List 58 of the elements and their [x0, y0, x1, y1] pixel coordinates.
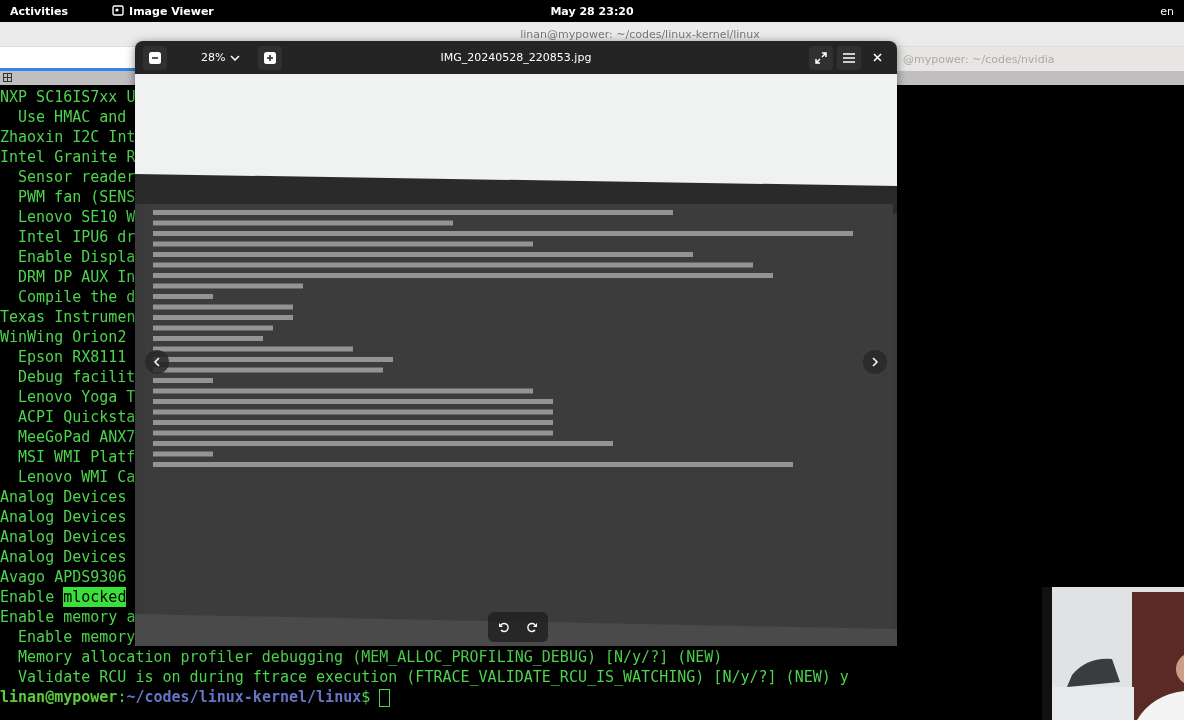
- terminal-line: Sensor reader: [18, 167, 136, 187]
- terminal-line: Lenovo Yoga T: [18, 387, 136, 407]
- zoom-out-button[interactable]: [143, 45, 167, 70]
- terminal-line: Analog Devices: [0, 507, 127, 527]
- terminal-line: PWM fan (SENS: [18, 187, 136, 207]
- terminal-line: MSI WMI Platf: [18, 447, 136, 467]
- menu-button[interactable]: [837, 45, 861, 70]
- terminal-line: Intel Granite R: [0, 147, 136, 167]
- rotate-left-icon: [498, 621, 510, 633]
- fullscreen-icon: [815, 51, 827, 64]
- terminal-line: Enable: [0, 587, 56, 607]
- terminal-line: Analog Devices: [0, 487, 127, 507]
- terminal-line: Validate RCU is on during ftrace execution (FTRACE_VALIDATE_RCU_IS_WATCHING) [N/y/?] (NEW) y: [18, 667, 849, 687]
- terminal-line: Zhaoxin I2C Int: [0, 127, 136, 147]
- minus-icon: [149, 51, 161, 64]
- prompt-separator: :: [117, 687, 127, 707]
- prompt-symbol: $: [361, 687, 371, 707]
- terminal-line: Avago APDS9306: [0, 567, 127, 587]
- prompt-user: linan@mypower: [0, 687, 118, 707]
- terminal-line: Use HMAC and: [18, 107, 127, 127]
- terminal-line: Memory allocation profiler debugging (MEM_ALLOC_PROFILING_DEBUG) [N/y/?] (NEW): [18, 647, 723, 667]
- terminal-line: MeeGoPad ANX7: [18, 427, 136, 447]
- caret-icon: [230, 54, 241, 61]
- terminal-line: Lenovo SE10 W: [18, 207, 136, 227]
- zoom-dropdown[interactable]: 28%: [171, 45, 255, 70]
- terminal-line: Intel IPU6 dr: [18, 227, 136, 247]
- terminal-line: Debug facilit: [18, 367, 136, 387]
- terminal-line: NXP SC16IS7xx U: [0, 87, 136, 107]
- menu-icon: [843, 52, 855, 63]
- clock[interactable]: May 28 23:20: [550, 4, 634, 18]
- window-title: linan@mypower: ~/codes/linux-kernel/linux: [520, 27, 760, 41]
- fullscreen-button[interactable]: [809, 45, 833, 70]
- app-menu[interactable]: Image Viewer: [129, 4, 214, 18]
- chevron-right-icon: [871, 357, 879, 367]
- text-cursor: [379, 689, 391, 707]
- terminal-line: Compile the d: [18, 287, 136, 307]
- terminal-line: Enable memory: [18, 627, 136, 647]
- highlighted-text: mlocked: [63, 587, 127, 607]
- terminal-line: Enable Displa: [18, 247, 136, 267]
- plus-icon: [264, 51, 277, 64]
- terminal-line: Analog Devices: [0, 547, 127, 567]
- rotate-right-icon: [526, 621, 538, 633]
- terminal-line: ACPI Quicksta: [18, 407, 136, 427]
- terminal-line: Enable memory a: [0, 607, 136, 627]
- file-name: IMG_20240528_220853.jpg: [440, 51, 592, 64]
- terminal-line: Epson RX8111: [18, 347, 127, 367]
- terminal-line: Analog Devices: [0, 527, 127, 547]
- zoom-in-button[interactable]: [258, 45, 283, 70]
- terminal-line: WinWing Orion2: [0, 327, 127, 347]
- terminal-line: Texas Instrumen: [0, 307, 136, 327]
- terminal-line: DRM DP AUX In: [18, 267, 136, 287]
- terminal-line: Lenovo WMI Ca: [18, 467, 136, 487]
- image-viewer-icon: [112, 5, 125, 17]
- close-icon: [872, 53, 882, 62]
- language-indicator[interactable]: en: [1160, 4, 1174, 18]
- prompt-path: ~/codes/linux-kernel/linux: [126, 687, 362, 707]
- chevron-left-icon: [153, 357, 161, 367]
- activities-button[interactable]: Activities: [10, 4, 69, 18]
